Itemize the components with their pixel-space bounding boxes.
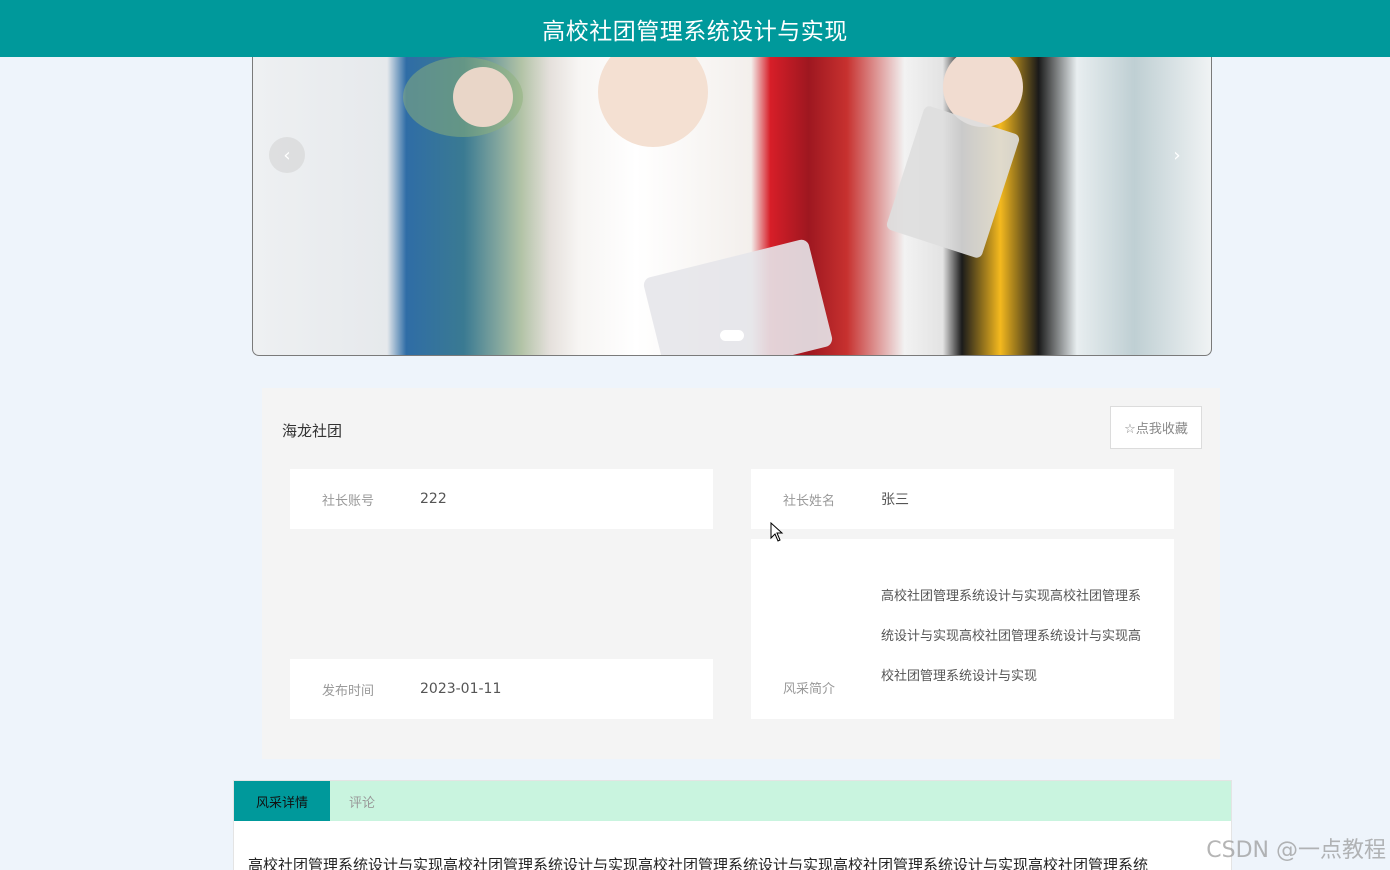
club-info-panel: 海龙社团 ☆点我收藏 社长账号 222 社长姓名 张三 风采简介 高校社团管理系… [262, 388, 1220, 759]
carousel-indicator[interactable] [720, 330, 744, 341]
chevron-right-icon: › [1173, 144, 1181, 166]
field-club-intro: 风采简介 高校社团管理系统设计与实现高校社团管理系统设计与实现高校社团管理系统设… [751, 539, 1174, 719]
field-leader-account: 社长账号 222 [290, 469, 713, 529]
field-label: 社长账号 [322, 493, 375, 509]
page-title: 高校社团管理系统设计与实现 [542, 18, 848, 45]
banner-carousel[interactable]: ‹ › [252, 57, 1212, 356]
banner-image [253, 57, 1211, 355]
tab-bar: 风采详情 评论 [234, 781, 1231, 821]
field-value: 张三 [881, 492, 909, 508]
favorite-button[interactable]: ☆点我收藏 [1110, 406, 1202, 449]
watermark: CSDN @一点教程 [1206, 838, 1386, 863]
detail-tabs: 风采详情 评论 高校社团管理系统设计与实现高校社团管理系统设计与实现高校社团管理… [233, 780, 1232, 870]
favorite-label: ☆点我收藏 [1124, 422, 1188, 437]
tab-details[interactable]: 风采详情 [234, 781, 330, 821]
carousel-prev-button[interactable]: ‹ [269, 137, 305, 173]
top-header: 高校社团管理系统设计与实现 [0, 0, 1390, 57]
carousel-next-button[interactable]: › [1159, 137, 1195, 173]
field-label: 社长姓名 [783, 493, 836, 509]
tab-comments[interactable]: 评论 [330, 781, 394, 821]
field-publish-time: 发布时间 2023-01-11 [290, 659, 713, 719]
mouse-cursor-icon [770, 522, 784, 542]
field-label: 发布时间 [322, 683, 375, 699]
field-value: 高校社团管理系统设计与实现高校社团管理系统设计与实现高校社团管理系统设计与实现高… [881, 589, 1142, 684]
club-name: 海龙社团 [282, 422, 343, 440]
chevron-left-icon: ‹ [283, 144, 291, 166]
field-leader-name: 社长姓名 张三 [751, 469, 1174, 529]
field-value: 2023-01-11 [420, 681, 502, 697]
detail-content: 高校社团管理系统设计与实现高校社团管理系统设计与实现高校社团管理系统设计与实现高… [248, 856, 1149, 870]
field-value: 222 [420, 491, 447, 507]
carousel-indicators [720, 330, 744, 341]
field-label: 风采简介 [783, 682, 836, 697]
